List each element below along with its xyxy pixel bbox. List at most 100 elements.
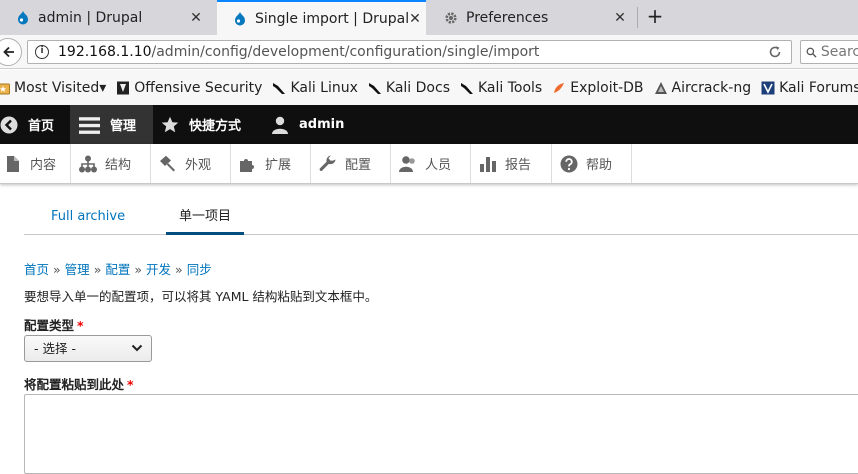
chevron-down-icon: ▾ bbox=[99, 79, 107, 96]
bookmark-label: Kali Docs bbox=[385, 79, 450, 96]
bookmark-label: Exploit-DB bbox=[570, 79, 644, 96]
breadcrumb: 首页» 管理» 配置» 开发» 同步 bbox=[24, 259, 212, 278]
back-arrow-icon bbox=[3, 46, 14, 58]
bookmark-most-visited[interactable]: Most Visited ▾ bbox=[0, 80, 106, 96]
user-icon bbox=[272, 116, 288, 134]
toolbar-manage-label: 管理 bbox=[110, 119, 137, 134]
bookmark-kali-forums[interactable]: Kali Forums bbox=[761, 80, 858, 96]
browser-navbar: i 192.168.1.10/admin/config/development/… bbox=[0, 35, 858, 69]
url-host: 192.168.1.10 bbox=[58, 44, 152, 60]
tray-item-label: 帮助 bbox=[586, 158, 613, 173]
breadcrumb-home[interactable]: 首页 bbox=[24, 262, 49, 277]
paste-config-label-text: 将配置粘贴到此处 bbox=[24, 377, 125, 392]
browser-tab-strip: admin | Drupal ✕ Single import | Drupal … bbox=[0, 0, 858, 35]
toolbar-shortcuts-label: 快捷方式 bbox=[189, 119, 242, 134]
bookmark-label: Kali Linux bbox=[290, 79, 358, 96]
bookmark-label: Most Visited bbox=[14, 79, 100, 96]
admin-tray: 内容 结构 外观 扩展 配置 人员 报告 帮助 bbox=[0, 144, 858, 184]
bookmark-label: Kali Forums bbox=[779, 79, 858, 96]
url-bar[interactable]: i 192.168.1.10/admin/config/development/… bbox=[27, 40, 792, 64]
puzzle-icon bbox=[240, 158, 254, 172]
close-icon[interactable]: ✕ bbox=[613, 10, 627, 26]
browser-tab-title: admin | Drupal bbox=[38, 9, 143, 26]
url-text: 192.168.1.10/admin/config/development/co… bbox=[58, 44, 539, 60]
config-textarea[interactable] bbox=[24, 394, 858, 474]
breadcrumb-separator: » bbox=[93, 262, 102, 277]
toolbar-shortcuts[interactable]: 快捷方式 bbox=[153, 105, 263, 144]
chevron-left-circle-icon bbox=[0, 116, 18, 133]
toolbar-user[interactable]: admin bbox=[263, 105, 358, 144]
config-type-select[interactable]: - 选择 - bbox=[24, 335, 152, 362]
tray-item-appearance[interactable]: 外观 bbox=[151, 144, 231, 183]
search-box[interactable]: Search bbox=[800, 40, 858, 64]
browser-tab-admin[interactable]: admin | Drupal ✕ bbox=[0, 0, 213, 35]
bookmark-aircrack[interactable]: Aircrack-ng bbox=[654, 79, 752, 96]
bookmark-kali-linux[interactable]: Kali Linux bbox=[272, 79, 358, 96]
wrench-icon bbox=[319, 155, 336, 171]
people-icon bbox=[399, 155, 415, 172]
tab-full-archive[interactable]: Full archive bbox=[51, 200, 125, 234]
page-tabs: Full archive 单一项目 bbox=[24, 200, 858, 235]
tray-item-reports[interactable]: 报告 bbox=[471, 144, 552, 183]
kali-dragon-icon bbox=[368, 82, 381, 94]
tray-item-label: 报告 bbox=[505, 158, 532, 173]
info-icon[interactable]: i bbox=[35, 45, 49, 59]
tray-item-help[interactable]: 帮助 bbox=[552, 144, 632, 183]
breadcrumb-sync[interactable]: 同步 bbox=[187, 262, 212, 277]
star-icon bbox=[161, 116, 179, 132]
breadcrumb-separator: » bbox=[175, 262, 183, 277]
tray-item-label: 结构 bbox=[105, 158, 132, 173]
browser-tab-single-import[interactable]: Single import | Drupal ✕ bbox=[217, 0, 426, 35]
tray-item-config[interactable]: 配置 bbox=[311, 144, 391, 183]
breadcrumb-development[interactable]: 开发 bbox=[146, 262, 171, 277]
admin-toolbar: 首页 管理 快捷方式 admin bbox=[0, 105, 858, 144]
tray-item-extend[interactable]: 扩展 bbox=[231, 144, 311, 183]
close-icon[interactable]: ✕ bbox=[189, 10, 203, 26]
tray-item-content[interactable]: 内容 bbox=[0, 144, 71, 183]
search-placeholder: Search bbox=[820, 44, 858, 60]
page-description: 要想导入单一的配置项，可以将其 YAML 结构粘贴到文本框中。 bbox=[24, 289, 378, 304]
search-icon bbox=[806, 47, 817, 58]
toolbar-manage[interactable]: 管理 bbox=[70, 105, 153, 144]
browser-tab-preferences[interactable]: Preferences ✕ bbox=[428, 0, 637, 35]
bookmark-kali-tools[interactable]: Kali Tools bbox=[460, 80, 542, 96]
breadcrumb-manage[interactable]: 管理 bbox=[65, 262, 90, 277]
close-icon[interactable]: ✕ bbox=[409, 11, 421, 27]
tray-item-label: 内容 bbox=[30, 158, 57, 173]
config-type-label-text: 配置类型 bbox=[24, 318, 75, 333]
bookmark-kali-docs[interactable]: Kali Docs bbox=[368, 80, 450, 96]
star-folder-icon bbox=[0, 83, 10, 94]
reload-icon[interactable] bbox=[768, 45, 782, 59]
tray-item-label: 配置 bbox=[345, 158, 372, 173]
breadcrumb-separator: » bbox=[53, 262, 61, 277]
toolbar-home[interactable]: 首页 bbox=[0, 105, 70, 144]
bookmark-label: Aircrack-ng bbox=[671, 79, 752, 96]
toolbar-user-label: admin bbox=[299, 117, 345, 132]
paste-config-label: 将配置粘贴到此处 * bbox=[24, 374, 134, 393]
exploitdb-icon bbox=[554, 82, 565, 93]
tab-single-item[interactable]: 单一项目 bbox=[166, 200, 244, 235]
tray-item-people[interactable]: 人员 bbox=[391, 144, 471, 183]
new-tab-button[interactable]: + bbox=[643, 4, 667, 30]
back-button[interactable] bbox=[0, 38, 22, 66]
bookmark-exploit-db[interactable]: Exploit-DB bbox=[552, 79, 644, 96]
kali-forums-icon bbox=[761, 81, 775, 94]
chevron-down-icon bbox=[131, 344, 143, 352]
tray-item-structure[interactable]: 结构 bbox=[71, 144, 151, 183]
config-type-selected-value: - 选择 - bbox=[34, 341, 76, 356]
help-icon bbox=[560, 155, 578, 172]
tray-item-label: 扩展 bbox=[265, 158, 292, 173]
required-marker: * bbox=[127, 377, 134, 392]
tray-item-label: 外观 bbox=[185, 158, 212, 173]
drupal-icon bbox=[235, 11, 245, 25]
toolbar-home-label: 首页 bbox=[28, 119, 55, 134]
menu-icon bbox=[79, 116, 100, 134]
aircrack-icon bbox=[654, 81, 667, 94]
kali-dragon-icon bbox=[461, 82, 473, 94]
bookmark-offensive-security[interactable]: Offensive Security bbox=[116, 80, 262, 96]
drupal-icon bbox=[18, 10, 28, 24]
breadcrumb-config[interactable]: 配置 bbox=[105, 262, 130, 277]
config-type-label: 配置类型 * bbox=[24, 315, 84, 334]
gear-icon bbox=[445, 11, 457, 24]
offsec-icon bbox=[117, 81, 130, 94]
